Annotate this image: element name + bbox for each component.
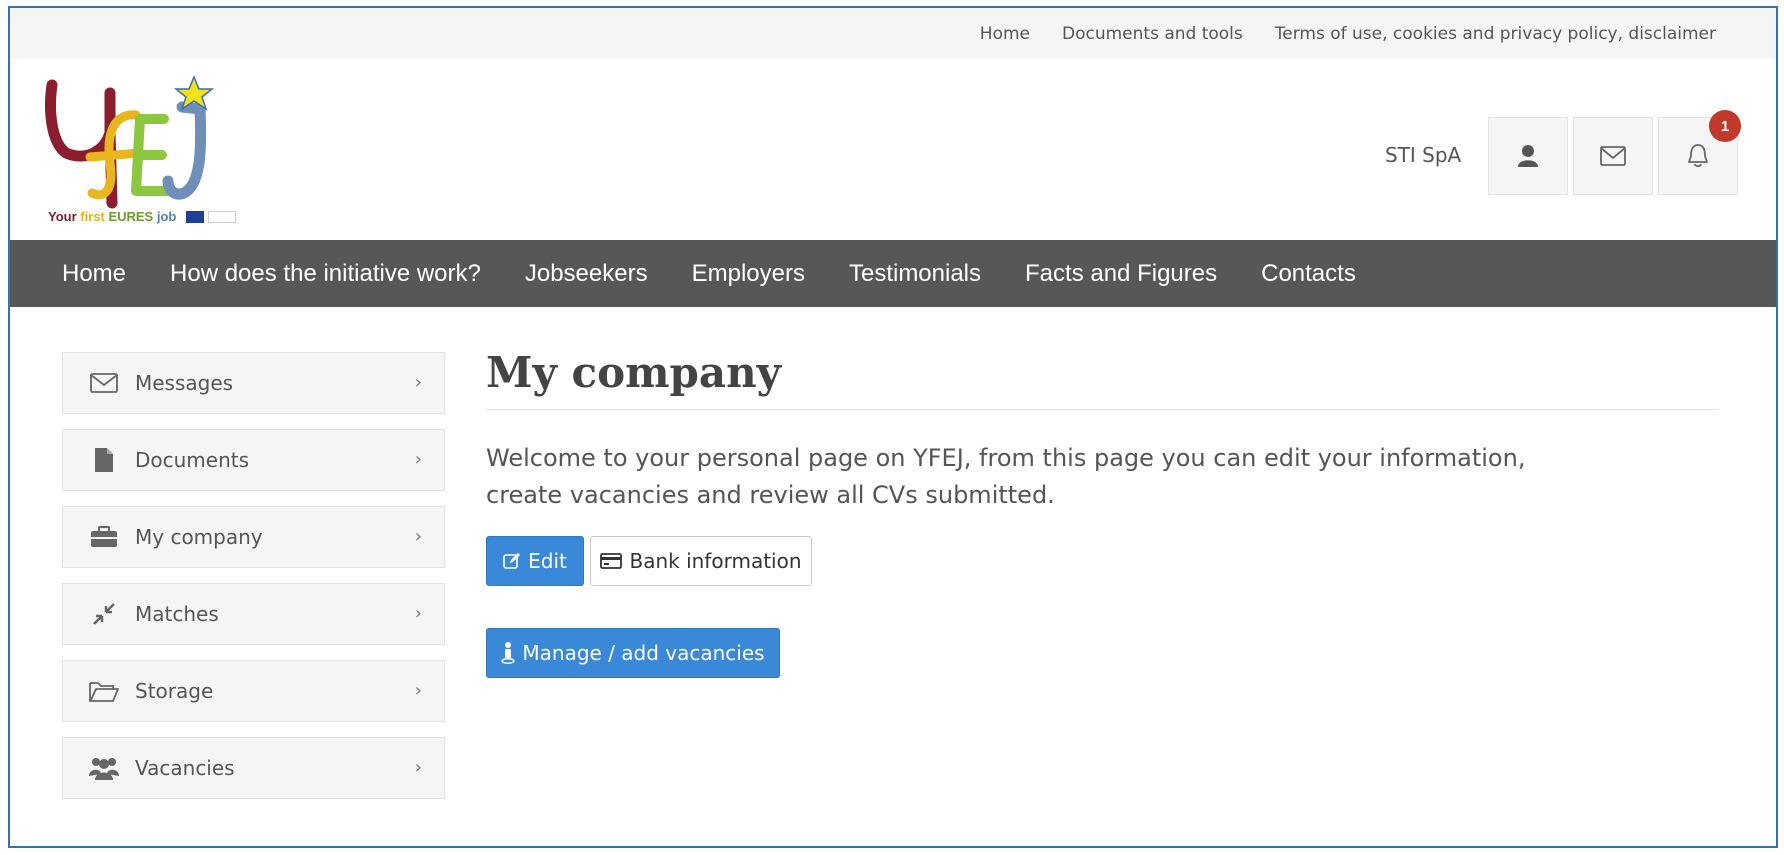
sidebar-menu: Messages › Documents › My company › Matc… <box>62 352 445 814</box>
sidebar-item-documents[interactable]: Documents › <box>62 429 445 491</box>
sidebar-item-label: Documents <box>135 448 250 472</box>
sidebar-item-label: Matches <box>135 602 219 626</box>
sidebar-item-messages[interactable]: Messages › <box>62 352 445 414</box>
credit-card-icon <box>600 553 623 569</box>
bank-information-label: Bank information <box>629 549 802 573</box>
logo-tagline-part: EURES <box>108 209 157 224</box>
nav-item-contacts[interactable]: Contacts <box>1261 260 1356 288</box>
envelope-icon <box>89 371 119 395</box>
nav-item-how-it-works[interactable]: How does the initiative work? <box>170 260 481 288</box>
action-buttons: Edit Bank information <box>486 536 1718 586</box>
chevron-right-icon: › <box>414 757 422 778</box>
envelope-icon <box>1600 146 1626 166</box>
nav-item-jobseekers[interactable]: Jobseekers <box>525 260 648 288</box>
chevron-right-icon: › <box>414 372 422 393</box>
bell-icon <box>1688 144 1708 168</box>
person-icon <box>501 642 516 664</box>
nav-item-facts-figures[interactable]: Facts and Figures <box>1025 260 1217 288</box>
vacancy-actions: Manage / add vacancies <box>486 628 1718 678</box>
top-link-documents-tools[interactable]: Documents and tools <box>1062 24 1243 44</box>
youth-on-the-move-icon <box>208 211 236 223</box>
sidebar-item-label: My company <box>135 525 263 549</box>
bank-information-button[interactable]: Bank information <box>590 536 812 586</box>
logo-tagline-part: first <box>80 209 109 224</box>
compress-icon <box>89 602 119 626</box>
logo-tagline: Your first EURES job <box>48 209 176 224</box>
nav-item-employers[interactable]: Employers <box>692 260 805 288</box>
main-navigation: Home How does the initiative work? Jobse… <box>10 240 1776 307</box>
main-content: My company Welcome to your personal page… <box>486 348 1718 678</box>
messages-button[interactable] <box>1573 117 1653 195</box>
welcome-text: Welcome to your personal page on YFEJ, f… <box>486 444 1526 509</box>
chevron-right-icon: › <box>414 680 422 701</box>
sidebar-item-storage[interactable]: Storage › <box>62 660 445 722</box>
edit-button-label: Edit <box>528 549 567 573</box>
edit-button[interactable]: Edit <box>486 536 584 586</box>
nav-item-home[interactable]: Home <box>62 260 126 288</box>
folder-open-icon <box>89 679 119 703</box>
edit-icon <box>503 552 521 570</box>
profile-button[interactable] <box>1488 117 1568 195</box>
browser-frame: Home Documents and tools Terms of use, c… <box>8 6 1778 848</box>
eu-flag-icon <box>186 211 204 223</box>
company-name: STI SpA <box>1385 143 1462 167</box>
top-link-home[interactable]: Home <box>980 24 1030 44</box>
user-icon <box>1518 145 1538 167</box>
sidebar-item-matches[interactable]: Matches › <box>62 583 445 645</box>
sidebar-item-label: Vacancies <box>135 756 235 780</box>
briefcase-icon <box>89 525 119 549</box>
manage-add-vacancies-button[interactable]: Manage / add vacancies <box>486 628 780 678</box>
chevron-right-icon: › <box>414 603 422 624</box>
notifications-button[interactable]: 1 <box>1658 110 1741 195</box>
notification-count-badge: 1 <box>1709 110 1741 142</box>
sidebar-item-vacancies[interactable]: Vacancies › <box>62 737 445 799</box>
yfej-logo-graphic <box>45 75 215 209</box>
sidebar-item-my-company[interactable]: My company › <box>62 506 445 568</box>
sidebar-item-label: Messages <box>135 371 234 395</box>
top-link-terms[interactable]: Terms of use, cookies and privacy policy… <box>1275 24 1716 44</box>
site-header: Your first EURES job STI SpA 1 <box>10 59 1776 240</box>
sidebar-item-label: Storage <box>135 679 214 703</box>
file-icon <box>89 448 119 472</box>
logo-tagline-part: Your <box>48 209 81 224</box>
chevron-right-icon: › <box>414 526 422 547</box>
manage-add-vacancies-label: Manage / add vacancies <box>522 641 765 665</box>
page-title: My company <box>486 348 1718 410</box>
top-utility-bar: Home Documents and tools Terms of use, c… <box>10 8 1776 59</box>
chevron-right-icon: › <box>414 449 422 470</box>
users-icon <box>89 756 119 780</box>
logo-tagline-part: job <box>156 209 177 224</box>
nav-item-testimonials[interactable]: Testimonials <box>849 260 981 288</box>
